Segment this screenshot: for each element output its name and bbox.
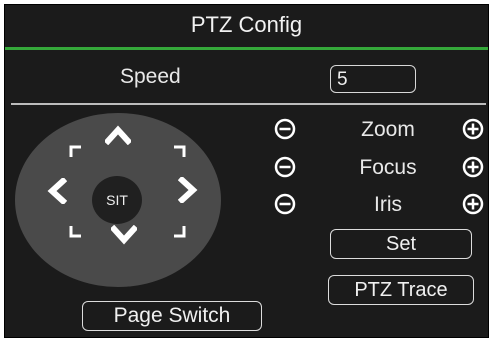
iris-plus-icon[interactable] [462,193,484,215]
focus-minus-icon[interactable] [274,156,296,178]
zoom-row: Zoom [5,115,490,145]
focus-label: Focus [359,156,417,179]
focus-row: Focus [5,153,490,183]
iris-label: Iris [374,193,402,216]
arrow-down-right-icon[interactable] [172,224,186,238]
zoom-in-icon[interactable] [462,118,484,140]
window-title: PTZ Config [190,12,303,37]
arrow-down-left-icon[interactable] [69,224,83,238]
focus-plus-icon[interactable] [462,156,484,178]
title-underline [5,47,488,50]
iris-row: Iris [5,190,490,220]
divider [11,103,486,105]
iris-minus-icon[interactable] [274,193,296,215]
ptz-config-window: PTZ Config Speed 5 SIT Zoom Focus Iris S… [4,4,489,338]
ptz-trace-button[interactable]: PTZ Trace [328,275,474,305]
speed-label: Speed [120,65,181,88]
speed-input[interactable]: 5 [330,65,416,93]
page-switch-button[interactable]: Page Switch [82,301,262,331]
zoom-label: Zoom [361,118,415,141]
zoom-out-icon[interactable] [274,118,296,140]
arrow-down-icon[interactable] [111,225,137,245]
set-button[interactable]: Set [330,229,472,259]
